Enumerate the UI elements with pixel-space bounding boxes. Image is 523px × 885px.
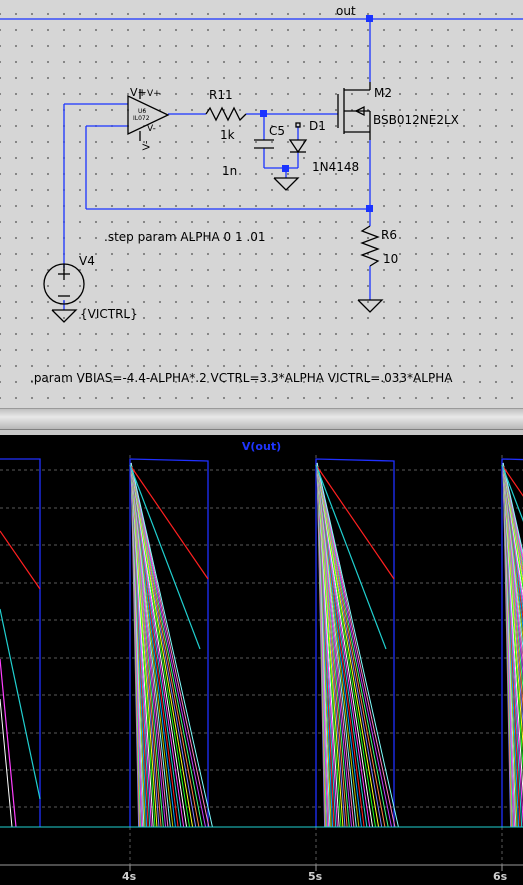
waveform-plot[interactable] bbox=[0, 435, 523, 885]
junction-gnd bbox=[282, 165, 289, 172]
m2-name[interactable]: M2 bbox=[374, 86, 392, 100]
opamp-vm-label: V- bbox=[147, 124, 156, 134]
param-directive[interactable]: .param VBIAS=-4.4-ALPHA*.2 VCTRL=3.3*ALP… bbox=[30, 371, 452, 385]
junction-gate bbox=[260, 110, 267, 117]
d1-part[interactable]: 1N4148 bbox=[312, 160, 359, 174]
junction-out bbox=[366, 15, 373, 22]
d1-name[interactable]: D1 bbox=[309, 119, 326, 133]
r11-name[interactable]: R11 bbox=[209, 88, 233, 102]
v4-value[interactable]: {VICTRL} bbox=[80, 307, 138, 321]
trace-label[interactable]: V(out) bbox=[0, 440, 523, 453]
red-trace bbox=[0, 530, 41, 590]
opamp-vm-pin-label: V- bbox=[141, 140, 153, 151]
r11-value[interactable]: 1k bbox=[220, 128, 235, 142]
r6-name[interactable]: R6 bbox=[381, 228, 397, 242]
r6-body bbox=[360, 225, 380, 267]
x-tick-6s: 6s bbox=[493, 870, 508, 883]
opamp-vp-label: V+ bbox=[130, 86, 147, 99]
x-tick-4s: 4s bbox=[122, 870, 137, 883]
opamp-inner-name: U6 bbox=[138, 108, 146, 115]
schematic-canvas[interactable]: U6 IL072 out V+ V+ V- V- R11 1k C5 1n D1… bbox=[0, 0, 523, 408]
d1-body bbox=[288, 139, 308, 154]
net-label-out[interactable]: out bbox=[336, 4, 356, 18]
opamp-vp-label-2: V+ bbox=[147, 89, 161, 99]
junction-source bbox=[366, 205, 373, 212]
schematic-drawing: U6 IL072 bbox=[0, 15, 523, 323]
opamp-inner-part: IL072 bbox=[133, 115, 150, 122]
step-directive[interactable]: .step param ALPHA 0 1 .01 bbox=[104, 230, 266, 244]
m2-part[interactable]: BSB012NE2LX bbox=[373, 113, 459, 127]
r6-value[interactable]: 10 bbox=[383, 252, 398, 266]
x-tick-5s: 5s bbox=[308, 870, 323, 883]
gnd-d1-icon bbox=[273, 177, 300, 191]
v4-name[interactable]: V4 bbox=[79, 254, 95, 268]
gnd-r6-icon bbox=[357, 299, 384, 313]
magenta-trace bbox=[0, 658, 17, 828]
pane-splitter[interactable] bbox=[0, 408, 523, 430]
c5-name[interactable]: C5 bbox=[269, 124, 285, 138]
gnd-v4-icon bbox=[51, 309, 78, 323]
r11-body bbox=[205, 106, 247, 122]
waveform-svg bbox=[0, 455, 523, 871]
c5-value[interactable]: 1n bbox=[222, 164, 237, 178]
d1-pin bbox=[295, 122, 301, 128]
